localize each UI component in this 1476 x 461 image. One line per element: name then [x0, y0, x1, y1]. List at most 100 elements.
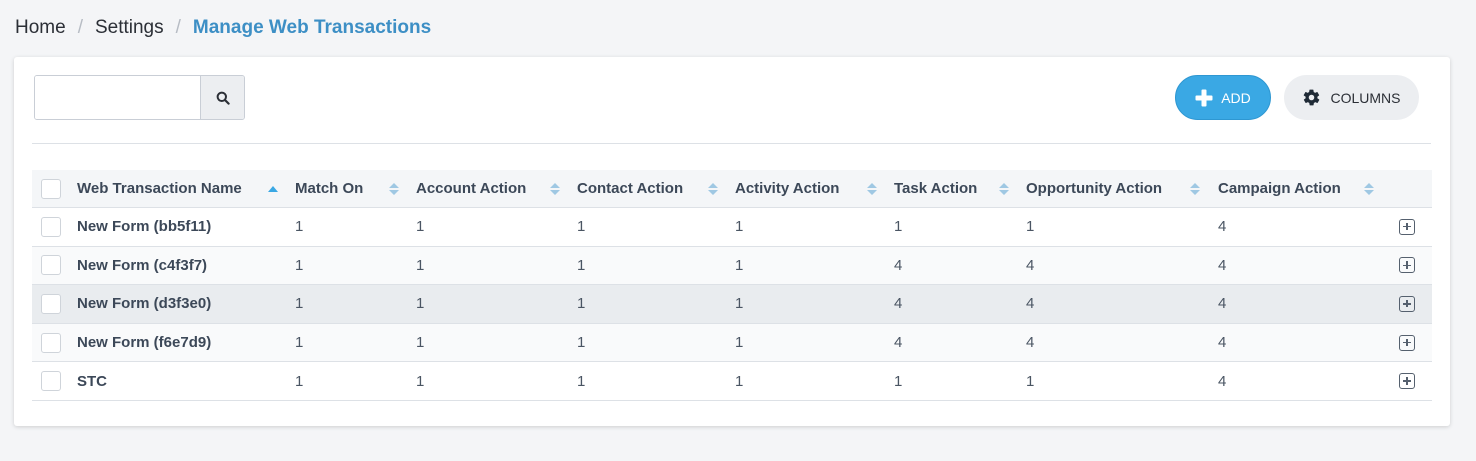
- gear-icon: [1304, 89, 1320, 106]
- transactions-table: Web Transaction Name Match On Account Ac…: [32, 170, 1432, 401]
- row-checkbox-cell: [41, 247, 61, 285]
- column-header-name[interactable]: Web Transaction Name: [77, 170, 242, 207]
- cell-task-action: 4: [894, 334, 903, 352]
- cell-account-action: 1: [416, 218, 425, 236]
- cell-campaign-action: 4: [1218, 334, 1227, 352]
- cell-contact-action: 1: [577, 334, 586, 352]
- search-input[interactable]: [35, 76, 200, 119]
- cell-name[interactable]: New Form (bb5f11): [77, 208, 211, 246]
- breadcrumb-separator: /: [175, 17, 181, 38]
- column-header-label: Task Action: [894, 180, 978, 197]
- table-row[interactable]: New Form (bb5f11) 1 1 1 1 1 1 4: [32, 208, 1432, 247]
- page-title: Manage Web Transactions: [192, 17, 432, 38]
- row-checkbox-cell: [41, 362, 61, 400]
- expand-row-icon[interactable]: [1399, 373, 1415, 390]
- cell-task-action: 4: [894, 256, 903, 274]
- cell-opportunity-action: 4: [1026, 256, 1035, 274]
- cell-campaign-action: 4: [1218, 256, 1227, 274]
- cell-activity-action: 1: [735, 372, 744, 390]
- expand-row-icon[interactable]: [1399, 295, 1415, 312]
- cell-activity-action: 1: [735, 334, 744, 352]
- cell-opportunity-action: 4: [1026, 334, 1035, 352]
- cell-opportunity-action: 4: [1026, 295, 1035, 313]
- column-header-label: Campaign Action: [1218, 180, 1341, 197]
- sort-icon[interactable]: [388, 182, 400, 196]
- cell-match-on: 1: [295, 372, 304, 390]
- columns-button[interactable]: COLUMNS: [1284, 75, 1419, 120]
- breadcrumb: Home / Settings / Manage Web Transaction…: [15, 17, 431, 39]
- sort-icon[interactable]: [1189, 182, 1201, 196]
- cell-campaign-action: 4: [1218, 218, 1227, 236]
- sort-icon[interactable]: [707, 182, 719, 196]
- cell-campaign-action: 4: [1218, 372, 1227, 390]
- expand-cell: [1399, 362, 1415, 400]
- cell-opportunity-action: 1: [1026, 218, 1035, 236]
- cell-account-action: 1: [416, 334, 425, 352]
- column-header-campaign-action[interactable]: Campaign Action: [1218, 170, 1341, 207]
- cell-contact-action: 1: [577, 295, 586, 313]
- add-button-label: ADD: [1221, 89, 1251, 106]
- search-button[interactable]: [200, 76, 244, 119]
- column-header-label: Match On: [295, 180, 364, 197]
- row-checkbox[interactable]: [41, 293, 61, 314]
- columns-button-label: COLUMNS: [1330, 89, 1401, 106]
- cell-opportunity-action: 1: [1026, 372, 1035, 390]
- expand-cell: [1399, 324, 1415, 362]
- row-checkbox[interactable]: [41, 371, 61, 392]
- cell-match-on: 1: [295, 295, 304, 313]
- cell-task-action: 1: [894, 218, 903, 236]
- expand-row-icon[interactable]: [1399, 257, 1415, 274]
- cell-contact-action: 1: [577, 256, 586, 274]
- cell-name[interactable]: New Form (d3f3e0): [77, 285, 211, 323]
- cell-activity-action: 1: [735, 218, 744, 236]
- expand-cell: [1399, 208, 1415, 246]
- sort-icon[interactable]: [998, 182, 1010, 196]
- cell-name[interactable]: New Form (c4f3f7): [77, 247, 207, 285]
- cell-name[interactable]: STC: [77, 362, 107, 400]
- column-header-label: Opportunity Action: [1026, 180, 1163, 197]
- row-checkbox-cell: [41, 324, 61, 362]
- search-group: [34, 75, 245, 120]
- select-all-checkbox[interactable]: [41, 178, 61, 199]
- cell-activity-action: 1: [735, 295, 744, 313]
- row-checkbox-cell: [41, 285, 61, 323]
- expand-cell: [1399, 285, 1415, 323]
- cell-name[interactable]: New Form (f6e7d9): [77, 324, 211, 362]
- column-header-task-action[interactable]: Task Action: [894, 170, 977, 207]
- toolbar-divider: [32, 143, 1431, 144]
- table-row[interactable]: New Form (d3f3e0) 1 1 1 1 4 4 4: [32, 285, 1432, 324]
- cell-match-on: 1: [295, 218, 304, 236]
- column-header-label: Activity Action: [735, 180, 840, 197]
- transactions-card: ADD COLUMNS Web Transaction Name Match O…: [14, 57, 1450, 426]
- column-header-contact-action[interactable]: Contact Action: [577, 170, 683, 207]
- cell-match-on: 1: [295, 256, 304, 274]
- cell-task-action: 4: [894, 295, 903, 313]
- row-checkbox[interactable]: [41, 332, 61, 353]
- cell-account-action: 1: [416, 295, 425, 313]
- sort-icon[interactable]: [549, 182, 561, 196]
- row-checkbox[interactable]: [41, 216, 61, 237]
- sort-icon[interactable]: [1363, 182, 1375, 196]
- table-row[interactable]: New Form (f6e7d9) 1 1 1 1 4 4 4: [32, 323, 1432, 363]
- expand-row-icon[interactable]: [1399, 334, 1415, 351]
- add-button[interactable]: ADD: [1175, 75, 1271, 120]
- column-header-account-action[interactable]: Account Action: [416, 170, 526, 207]
- column-header-match-on[interactable]: Match On: [295, 170, 363, 207]
- cell-activity-action: 1: [735, 256, 744, 274]
- cell-contact-action: 1: [577, 372, 586, 390]
- table-row[interactable]: New Form (c4f3f7) 1 1 1 1 4 4 4: [32, 246, 1432, 286]
- breadcrumb-settings[interactable]: Settings: [95, 17, 164, 39]
- row-checkbox[interactable]: [41, 255, 61, 276]
- sort-icon[interactable]: [866, 182, 878, 196]
- plus-icon: [1195, 89, 1213, 106]
- column-header-label: Web Transaction Name: [77, 180, 242, 197]
- sort-ascending-icon[interactable]: [267, 182, 279, 196]
- column-header-opportunity-action[interactable]: Opportunity Action: [1026, 170, 1162, 207]
- cell-account-action: 1: [416, 256, 425, 274]
- expand-row-icon[interactable]: [1399, 218, 1415, 235]
- breadcrumb-home[interactable]: Home: [15, 17, 66, 39]
- cell-account-action: 1: [416, 372, 425, 390]
- expand-cell: [1399, 247, 1415, 285]
- column-header-activity-action[interactable]: Activity Action: [735, 170, 839, 207]
- table-row[interactable]: STC 1 1 1 1 1 1 4: [32, 362, 1432, 401]
